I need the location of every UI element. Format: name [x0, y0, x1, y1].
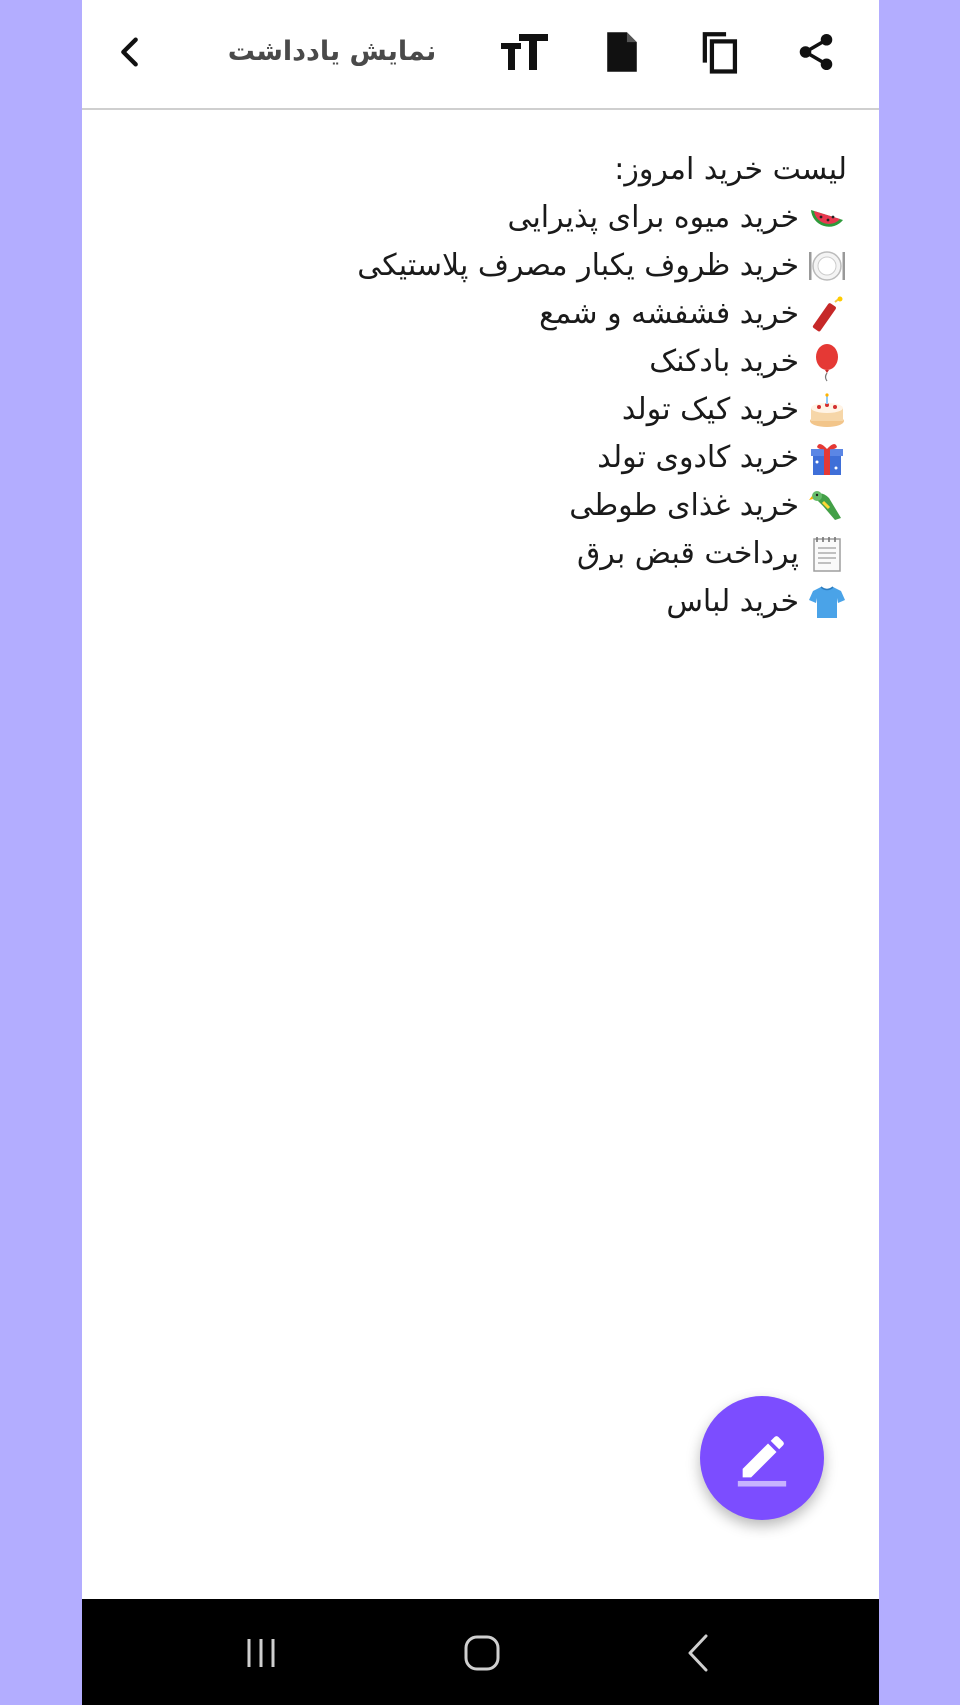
list-item: خرید ظروف یکبار مصرف پلاستیکی	[82, 242, 847, 290]
list-item-text: خرید کیک تولد	[621, 392, 799, 427]
note-heading-text: لیست خرید امروز:	[614, 152, 847, 187]
page-title: نمایش یادداشت	[227, 36, 437, 67]
recent-apps-button[interactable]	[231, 1625, 291, 1681]
edit-note-button[interactable]	[700, 1396, 824, 1520]
list-item-text: خرید ظروف یکبار مصرف پلاستیکی	[357, 248, 799, 283]
system-back-button[interactable]	[668, 1625, 728, 1681]
note-content: لیست خرید امروز: خرید میوه برای پذیرایی …	[82, 146, 847, 626]
recent-apps-icon	[247, 1639, 275, 1667]
share-button[interactable]	[786, 22, 846, 82]
list-item-text: خرید غذای طوطی	[569, 488, 799, 523]
list-item-text: پرداخت قبض برق	[577, 536, 799, 571]
home-icon	[464, 1635, 500, 1671]
list-item-text: خرید میوه برای پذیرایی	[507, 200, 799, 235]
gift-icon	[807, 438, 847, 478]
note-heading: لیست خرید امروز:	[82, 146, 847, 194]
plate-icon	[807, 246, 847, 286]
list-item: خرید لباس	[82, 578, 847, 626]
list-item-text: خرید کادوی تولد	[597, 440, 799, 475]
back-arrow-icon	[688, 1634, 708, 1672]
notepad-icon	[807, 534, 847, 574]
list-item: خرید کیک تولد	[82, 386, 847, 434]
share-icon	[799, 33, 833, 71]
parrot-icon	[807, 486, 847, 526]
list-item: خرید کادوی تولد	[82, 434, 847, 482]
system-navigation-bar	[82, 1599, 879, 1705]
birthday-cake-icon	[807, 390, 847, 430]
save-file-button[interactable]	[592, 22, 652, 82]
back-button[interactable]	[100, 22, 160, 82]
list-item: خرید میوه برای پذیرایی	[82, 194, 847, 242]
home-button[interactable]	[452, 1625, 512, 1681]
balloon-icon	[807, 342, 847, 382]
list-item: خرید بادکنک	[82, 338, 847, 386]
app-screen: نمایش یادداشت لیست خرید امروز: خرید میوه…	[82, 0, 879, 1705]
list-item: خرید فشفشه و شمع	[82, 290, 847, 338]
copy-button[interactable]	[689, 22, 749, 82]
list-item: خرید غذای طوطی	[82, 482, 847, 530]
list-item-text: خرید لباس	[666, 584, 799, 619]
watermelon-icon	[807, 198, 847, 238]
edit-pencil-icon	[737, 1436, 787, 1487]
firecracker-icon	[807, 294, 847, 334]
copy-icon	[702, 32, 738, 74]
tshirt-icon	[807, 582, 847, 622]
text-size-button[interactable]	[495, 22, 555, 82]
chevron-left-icon	[121, 37, 138, 67]
document-icon	[607, 32, 637, 72]
text-size-icon	[501, 34, 548, 70]
list-item-text: خرید بادکنک	[649, 344, 799, 379]
list-item-text: خرید فشفشه و شمع	[539, 296, 799, 331]
list-item: پرداخت قبض برق	[82, 530, 847, 578]
top-app-bar: نمایش یادداشت	[82, 0, 879, 110]
